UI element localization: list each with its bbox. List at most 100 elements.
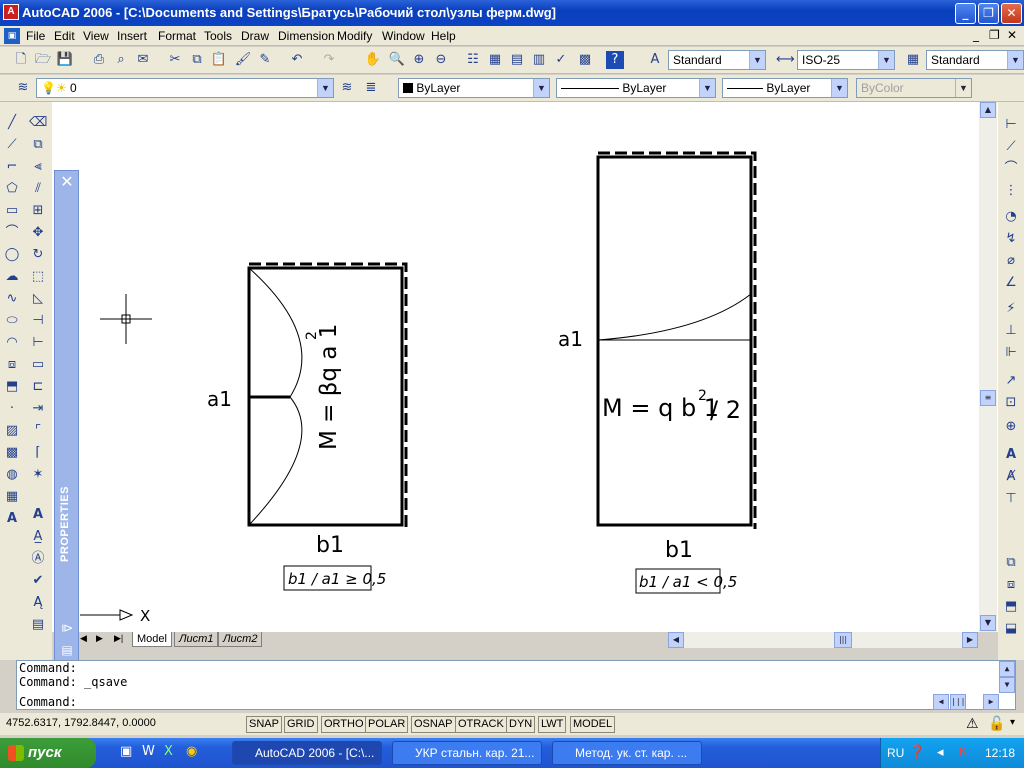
- erase-icon[interactable]: ⌫: [29, 114, 47, 132]
- menu-view[interactable]: View: [83, 29, 109, 43]
- tab-model[interactable]: Model: [132, 632, 172, 647]
- block-editor-icon[interactable]: ✎: [256, 51, 274, 69]
- grid-toggle[interactable]: GRID: [284, 716, 318, 733]
- document-icon[interactable]: ▣: [4, 28, 20, 44]
- antivirus-icon[interactable]: K: [959, 744, 968, 759]
- help-icon[interactable]: ?: [606, 51, 624, 69]
- plot-preview-icon[interactable]: ⌕: [112, 51, 130, 69]
- markup-icon[interactable]: ✓: [552, 51, 570, 69]
- color-select[interactable]: ByLayer ▼: [398, 78, 550, 98]
- menu-window[interactable]: Window: [382, 29, 425, 43]
- mtext-icon[interactable]: A: [3, 510, 21, 528]
- communication-center-icon[interactable]: ⚠: [966, 715, 979, 732]
- task-word-doc1[interactable]: УКР стальн. кар. 21...: [392, 741, 542, 765]
- arc-icon[interactable]: ⌒: [3, 224, 21, 242]
- vertical-scrollbar[interactable]: ▲ ≡ ▼: [979, 102, 997, 632]
- tool-palettes-icon[interactable]: ▤: [508, 51, 526, 69]
- ellipse-arc-icon[interactable]: ◠: [3, 334, 21, 352]
- tray-arrow-icon[interactable]: ◂: [937, 744, 944, 760]
- jogged-dim-icon[interactable]: ↯: [1002, 230, 1020, 248]
- text-style-icon[interactable]: A: [646, 51, 664, 69]
- quicklaunch-desktop-icon[interactable]: ▣: [120, 744, 132, 759]
- autocad-app-icon[interactable]: A: [3, 4, 19, 20]
- design-center-icon[interactable]: ▦: [486, 51, 504, 69]
- menu-modify[interactable]: Modify: [337, 29, 372, 43]
- command-scroll-up-icon[interactable]: ▲: [999, 661, 1015, 677]
- menu-draw[interactable]: Draw: [241, 29, 269, 43]
- break-point-icon[interactable]: ▭: [29, 356, 47, 374]
- snap-toggle[interactable]: SNAP: [246, 716, 282, 733]
- ellipse-icon[interactable]: ⬭: [3, 312, 21, 330]
- layer-previous-icon[interactable]: ≣: [362, 79, 380, 97]
- ordinate-dim-icon[interactable]: ⋮: [1002, 182, 1020, 200]
- make-block-icon[interactable]: ⬒: [3, 378, 21, 396]
- construction-line-icon[interactable]: ⟋: [3, 136, 21, 154]
- language-indicator[interactable]: RU: [887, 746, 904, 760]
- join-icon[interactable]: ⇥: [29, 400, 47, 418]
- ortho-toggle[interactable]: ORTHO: [321, 716, 367, 733]
- rotate-icon[interactable]: ↻: [29, 246, 47, 264]
- new-icon[interactable]: 🗋: [12, 51, 30, 69]
- lineweight-select[interactable]: ByLayer ▼: [722, 78, 848, 98]
- menu-file[interactable]: File: [26, 29, 45, 43]
- make-current-layer-icon[interactable]: ≋: [338, 79, 356, 97]
- save-icon[interactable]: 💾: [56, 51, 74, 69]
- region-icon[interactable]: ◍: [3, 466, 21, 484]
- tab-next-icon[interactable]: ▶|: [114, 633, 123, 644]
- tab-layout1[interactable]: Лист1: [174, 632, 219, 647]
- plotstyle-select[interactable]: ByColor ▼: [856, 78, 972, 98]
- stretch-icon[interactable]: ◺: [29, 290, 47, 308]
- gradient-icon[interactable]: ▩: [3, 444, 21, 462]
- scale-icon[interactable]: ⬚: [29, 268, 47, 286]
- array-icon[interactable]: ⊞: [29, 202, 47, 220]
- continue-dim-icon[interactable]: ⊩: [1002, 344, 1020, 362]
- properties-icon[interactable]: ☷: [464, 51, 482, 69]
- vertical-scroll-thumb[interactable]: ≡: [980, 390, 996, 406]
- layer-select[interactable]: 💡☀ 0 ▼: [36, 78, 334, 98]
- osnap-toggle[interactable]: OSNAP: [411, 716, 456, 733]
- text-scale-icon[interactable]: Ą: [29, 594, 47, 612]
- quick-dim-icon[interactable]: ⚡: [1002, 300, 1020, 318]
- edit-text-icon[interactable]: A̲: [29, 528, 47, 546]
- arc-length-icon[interactable]: ⌒: [1002, 160, 1020, 178]
- text-icon[interactable]: A: [29, 506, 47, 524]
- drawing-area[interactable]: a1 b1 M = βq a 1 2 b1 / a1 ≥ 0,5 a1 b1 M…: [52, 102, 998, 632]
- fillet-icon[interactable]: ⌈: [29, 444, 47, 462]
- status-menu-icon[interactable]: ▾: [1010, 717, 1015, 728]
- command-scroll-down-icon[interactable]: ▼: [999, 677, 1015, 693]
- send-under-icon[interactable]: ⬓: [1002, 620, 1020, 638]
- command-scroll-thumb[interactable]: |||: [950, 694, 966, 710]
- table-style-icon[interactable]: ▦: [904, 51, 922, 69]
- doc-restore-icon[interactable]: ❐: [989, 28, 1000, 42]
- rectangle-icon[interactable]: ▭: [3, 202, 21, 220]
- explode-icon[interactable]: ✶: [29, 466, 47, 484]
- model-toggle[interactable]: MODEL: [570, 716, 616, 733]
- leader-icon[interactable]: ↗: [1002, 372, 1020, 390]
- dim-style-icon[interactable]: ⟷: [776, 51, 795, 69]
- draw-order-front-icon[interactable]: ⧉: [1002, 554, 1020, 572]
- quicklaunch-excel-icon[interactable]: X: [164, 744, 173, 759]
- lock-icon[interactable]: 🔓: [988, 715, 1005, 732]
- command-prompt[interactable]: Command:: [19, 695, 77, 709]
- redo-icon[interactable]: ↷: [320, 51, 338, 69]
- cut-icon[interactable]: ✂: [166, 51, 184, 69]
- find-icon[interactable]: Ⓐ: [29, 550, 47, 568]
- palette-autohide-icon[interactable]: ⧐: [58, 621, 76, 637]
- dyn-toggle[interactable]: DYN: [506, 716, 536, 733]
- menu-edit[interactable]: Edit: [54, 29, 75, 43]
- otrack-toggle[interactable]: OTRACK: [455, 716, 507, 733]
- copy-object-icon[interactable]: ⧉: [29, 136, 47, 154]
- aligned-dim-icon[interactable]: ⟋: [1002, 138, 1020, 156]
- angular-dim-icon[interactable]: ∠: [1002, 274, 1020, 292]
- polygon-icon[interactable]: ⬠: [3, 180, 21, 198]
- polar-toggle[interactable]: POLAR: [365, 716, 409, 733]
- command-scroll-right-icon[interactable]: ▶: [983, 694, 999, 710]
- scroll-right-icon[interactable]: ▶: [962, 632, 978, 648]
- palette-properties-icon[interactable]: ▤: [58, 643, 76, 659]
- paste-icon[interactable]: 📋: [210, 51, 228, 69]
- horizontal-scroll-thumb[interactable]: |||: [834, 632, 852, 648]
- dim-style-select[interactable]: ISO-25 ▼: [797, 50, 895, 70]
- dim-edit-icon[interactable]: A: [1002, 446, 1020, 464]
- trim-icon[interactable]: ⊣: [29, 312, 47, 330]
- sheet-set-icon[interactable]: ▥: [530, 51, 548, 69]
